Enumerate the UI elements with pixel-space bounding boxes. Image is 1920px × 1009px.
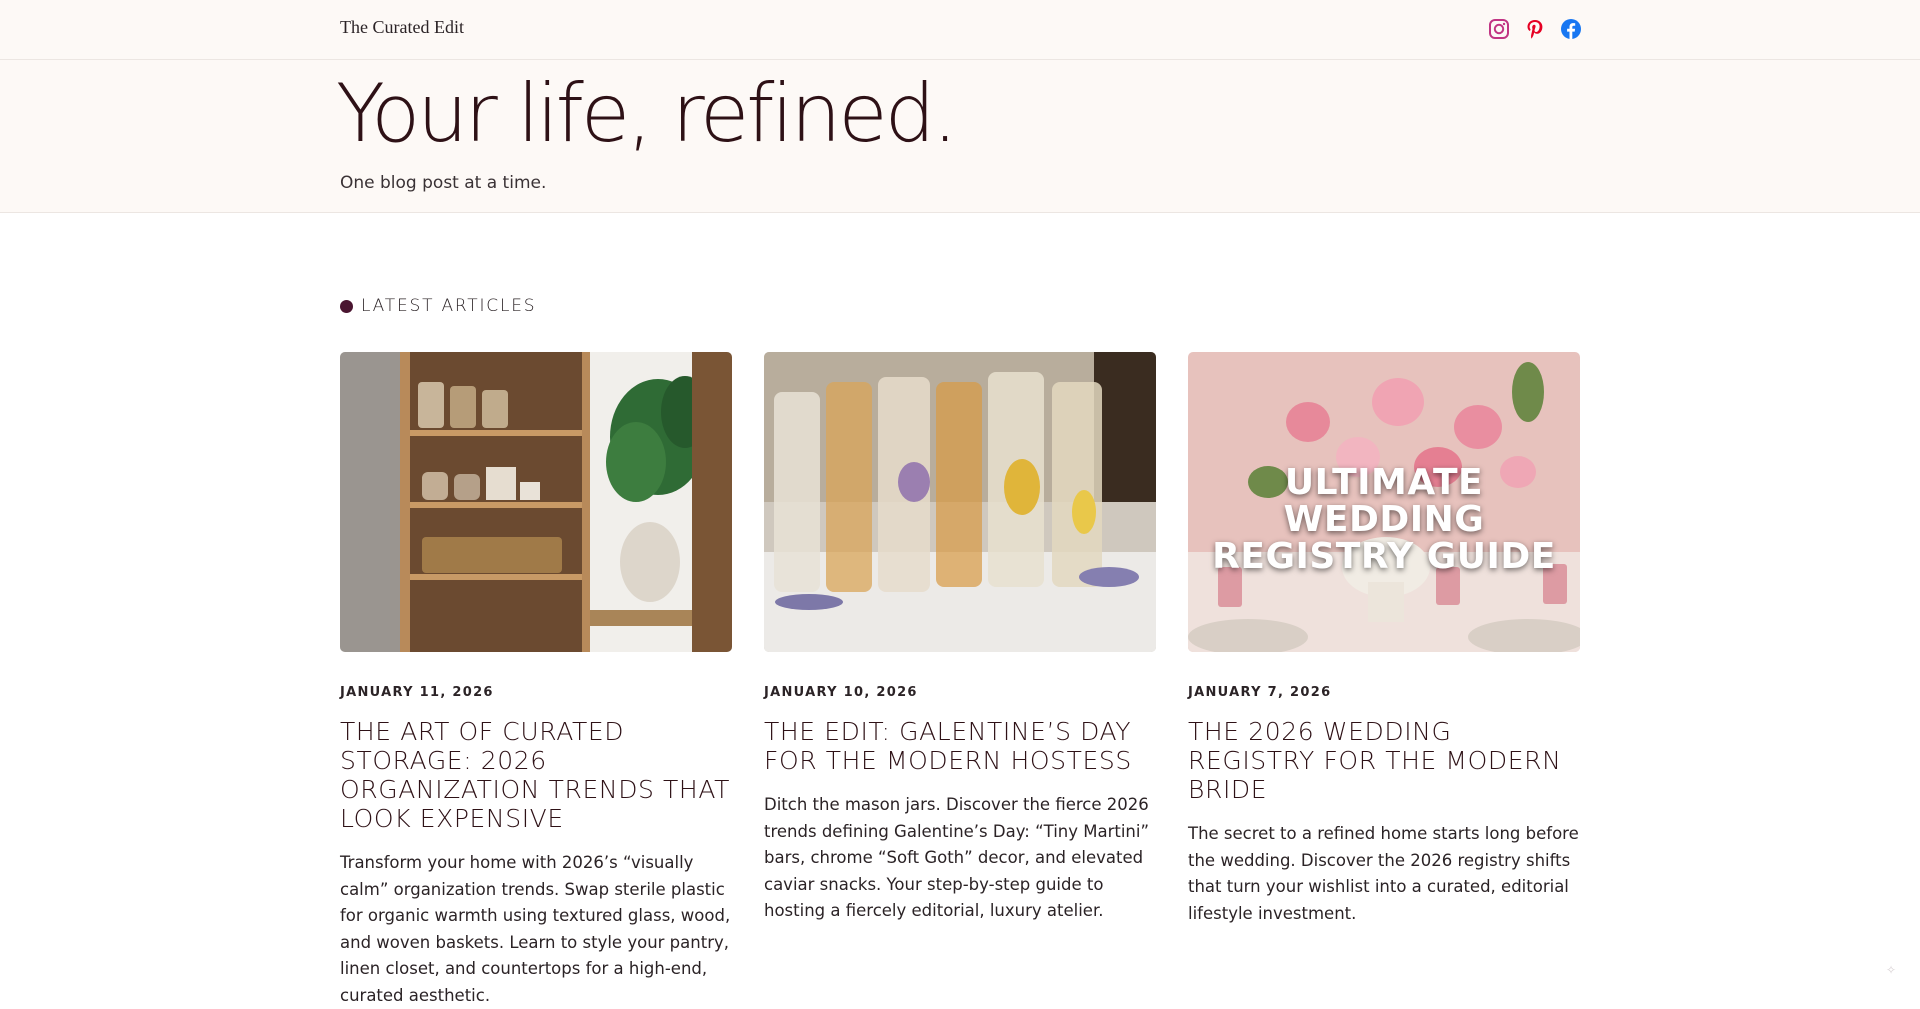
article-title[interactable]: THE ART OF CURATED STORAGE: 2026 ORGANIZ… (340, 717, 732, 833)
section-heading: LATEST ARTICLES (340, 296, 536, 316)
article-grid: JANUARY 11, 2026 THE ART OF CURATED STOR… (340, 352, 1580, 1009)
site-header: The Curated Edit (0, 0, 1920, 60)
article-title[interactable]: THE EDIT: GALENTINE’S DAY FOR THE MODERN… (764, 717, 1156, 775)
site-brand[interactable]: The Curated Edit (340, 17, 464, 38)
sparkle-icon: ✧ (1886, 963, 1898, 975)
article-image-galentines[interactable] (764, 352, 1156, 652)
bullet-dot-icon (340, 300, 353, 313)
hero-subtitle: One blog post at a time. (340, 173, 546, 193)
instagram-icon[interactable] (1488, 18, 1510, 40)
article-excerpt: Transform your home with 2026’s “visuall… (340, 850, 732, 1009)
image-overlay-text: ULTIMATE WEDDING REGISTRY GUIDE (1188, 464, 1580, 575)
section-heading-label: LATEST ARTICLES (361, 296, 536, 316)
facebook-icon[interactable] (1560, 18, 1582, 40)
article-excerpt: The secret to a refined home starts long… (1188, 821, 1580, 927)
social-links (1488, 18, 1582, 40)
article-date: JANUARY 7, 2026 (1188, 685, 1580, 700)
hero-banner: Your life, refined. One blog post at a t… (0, 60, 1920, 213)
pinterest-icon[interactable] (1524, 18, 1546, 40)
article-excerpt: Ditch the mason jars. Discover the fierc… (764, 792, 1156, 925)
hero-title: Your life, refined. (336, 70, 955, 158)
article-title[interactable]: THE 2026 WEDDING REGISTRY FOR THE MODERN… (1188, 717, 1580, 804)
article-image-storage[interactable] (340, 352, 732, 652)
article-card[interactable]: JANUARY 11, 2026 THE ART OF CURATED STOR… (340, 352, 732, 1009)
article-card[interactable]: JANUARY 10, 2026 THE EDIT: GALENTINE’S D… (764, 352, 1156, 1009)
article-card[interactable]: ULTIMATE WEDDING REGISTRY GUIDE JANUARY … (1188, 352, 1580, 1009)
article-image-wedding[interactable]: ULTIMATE WEDDING REGISTRY GUIDE (1188, 352, 1580, 652)
article-date: JANUARY 11, 2026 (340, 685, 732, 700)
article-date: JANUARY 10, 2026 (764, 685, 1156, 700)
